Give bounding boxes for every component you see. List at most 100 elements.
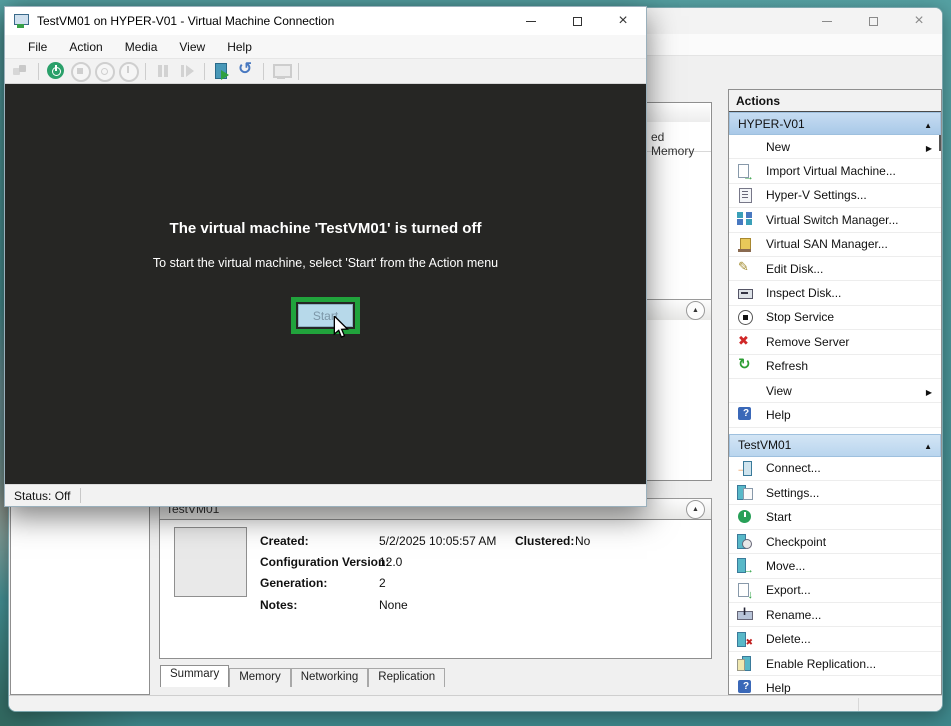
menu-media[interactable]: Media (114, 37, 169, 57)
submenu-arrow-icon (926, 384, 932, 398)
collapse-details-button[interactable] (686, 500, 705, 519)
vm-settings-icon (737, 485, 753, 500)
menu-action[interactable]: Action (58, 37, 113, 57)
action-item-enable-replication[interactable]: Enable Replication... (729, 652, 941, 676)
generation-value: 2 (379, 576, 386, 590)
manager-close-button[interactable] (896, 8, 942, 34)
turn-off-icon[interactable] (70, 61, 90, 81)
action-item-rename[interactable]: Rename... (729, 603, 941, 627)
menu-view[interactable]: View (168, 37, 216, 57)
action-item-stop-service[interactable]: Stop Service (729, 306, 941, 330)
action-item-remove-server[interactable]: Remove Server (729, 330, 941, 354)
remove-server-icon (737, 334, 753, 349)
minimize-icon (526, 21, 536, 22)
edit-disk-icon (737, 261, 753, 276)
notes-label: Notes: (260, 598, 297, 612)
action-item-help-vm[interactable]: Help (729, 676, 941, 695)
close-icon (914, 13, 923, 29)
vmconnect-maximize-button[interactable] (554, 7, 600, 35)
generation-label: Generation: (260, 576, 327, 590)
ctrl-alt-del-icon[interactable] (11, 61, 31, 81)
pause-icon[interactable] (153, 61, 173, 81)
manager-minimize-button[interactable] (804, 8, 850, 34)
toolbar-separator (263, 63, 264, 80)
start-icon[interactable] (46, 61, 66, 81)
statusbar-divider (858, 698, 859, 711)
vmconnect-close-button[interactable] (600, 7, 646, 35)
no-icon (737, 139, 753, 154)
action-item-hyperv-settings[interactable]: Hyper-V Settings... (729, 184, 941, 208)
created-label: Created: (260, 534, 309, 548)
action-item-refresh[interactable]: Refresh (729, 355, 941, 379)
save-icon[interactable] (118, 61, 138, 81)
action-item-start[interactable]: Start (729, 505, 941, 529)
menu-file[interactable]: File (17, 37, 58, 57)
action-item-move[interactable]: Move... (729, 554, 941, 578)
start-button-highlight: Start (291, 297, 360, 334)
actions-pane: Actions HYPER-V01 New Import Virtual Mac… (728, 89, 942, 695)
config-version-value: 12.0 (379, 555, 402, 569)
delete-icon (737, 632, 753, 647)
collapse-checkpoints-button[interactable] (686, 301, 705, 320)
tab-summary[interactable]: Summary (160, 665, 229, 687)
vm-screen: The virtual machine 'TestVM01' is turned… (5, 84, 646, 484)
config-version-label: Configuration Version: (260, 555, 389, 569)
created-value: 5/2/2025 10:05:57 AM (379, 534, 496, 548)
revert-icon[interactable] (236, 61, 256, 81)
hyperv-settings-icon (737, 188, 753, 203)
actions-pane-title: Actions (729, 90, 941, 112)
toolbar-separator (38, 63, 39, 80)
manager-statusbar (9, 695, 942, 712)
vmconnect-toolbar (5, 58, 646, 84)
action-item-virtual-san-manager[interactable]: Virtual SAN Manager... (729, 233, 941, 257)
action-item-import-vm[interactable]: Import Virtual Machine... (729, 159, 941, 183)
vmconnect-minimize-button[interactable] (508, 7, 554, 35)
vm-status-text: Status: Off (14, 489, 70, 503)
enable-replication-icon (737, 656, 753, 671)
help-icon (737, 407, 753, 422)
shut-down-icon[interactable] (94, 61, 114, 81)
action-item-delete[interactable]: Delete... (729, 627, 941, 651)
actions-section-testvm01[interactable]: TestVM01 (729, 434, 941, 457)
action-item-checkpoint[interactable]: Checkpoint (729, 530, 941, 554)
close-icon (618, 13, 627, 29)
vmconnect-menubar: File Action Media View Help (5, 35, 646, 58)
checkpoint-icon[interactable] (212, 61, 232, 81)
manager-maximize-button[interactable] (850, 8, 896, 34)
vmconnect-app-icon (14, 14, 29, 28)
action-item-edit-disk[interactable]: Edit Disk... (729, 257, 941, 281)
menu-help[interactable]: Help (216, 37, 263, 57)
tab-memory[interactable]: Memory (229, 668, 291, 687)
action-item-new[interactable]: New (729, 135, 941, 159)
vmconnect-titlebar[interactable]: TestVM01 on HYPER-V01 - Virtual Machine … (5, 7, 646, 35)
stop-service-icon (737, 310, 753, 325)
notes-value: None (379, 598, 408, 612)
statusbar-divider (80, 488, 81, 503)
action-item-inspect-disk[interactable]: Inspect Disk... (729, 281, 941, 305)
reset-icon[interactable] (177, 61, 197, 81)
action-item-virtual-switch-manager[interactable]: Virtual Switch Manager... (729, 208, 941, 232)
maximize-icon (869, 17, 878, 26)
checkpoint-icon (737, 534, 753, 549)
maximize-icon (573, 17, 582, 26)
collapse-arrow-icon (924, 438, 932, 452)
column-header-assigned-memory[interactable]: ed Memory (651, 130, 711, 158)
actions-section-hyperv01[interactable]: HYPER-V01 (729, 112, 941, 135)
actions-scrollbar-thumb[interactable] (939, 135, 942, 151)
virtual-switch-icon (737, 212, 753, 227)
enhanced-session-icon[interactable] (271, 61, 291, 81)
collapse-arrow-icon (924, 117, 932, 131)
inspect-disk-icon (737, 286, 753, 301)
clustered-label: Clustered: (515, 534, 574, 548)
action-item-connect[interactable]: Connect... (729, 457, 941, 481)
toolbar-separator (145, 63, 146, 80)
toolbar-separator (204, 63, 205, 80)
clustered-value: No (575, 534, 590, 548)
action-item-settings[interactable]: Settings... (729, 481, 941, 505)
action-item-help[interactable]: Help (729, 403, 941, 427)
minimize-icon (822, 21, 832, 22)
action-item-export[interactable]: Export... (729, 579, 941, 603)
tab-networking[interactable]: Networking (291, 668, 369, 687)
tab-replication[interactable]: Replication (368, 668, 445, 687)
action-item-view[interactable]: View (729, 379, 941, 403)
